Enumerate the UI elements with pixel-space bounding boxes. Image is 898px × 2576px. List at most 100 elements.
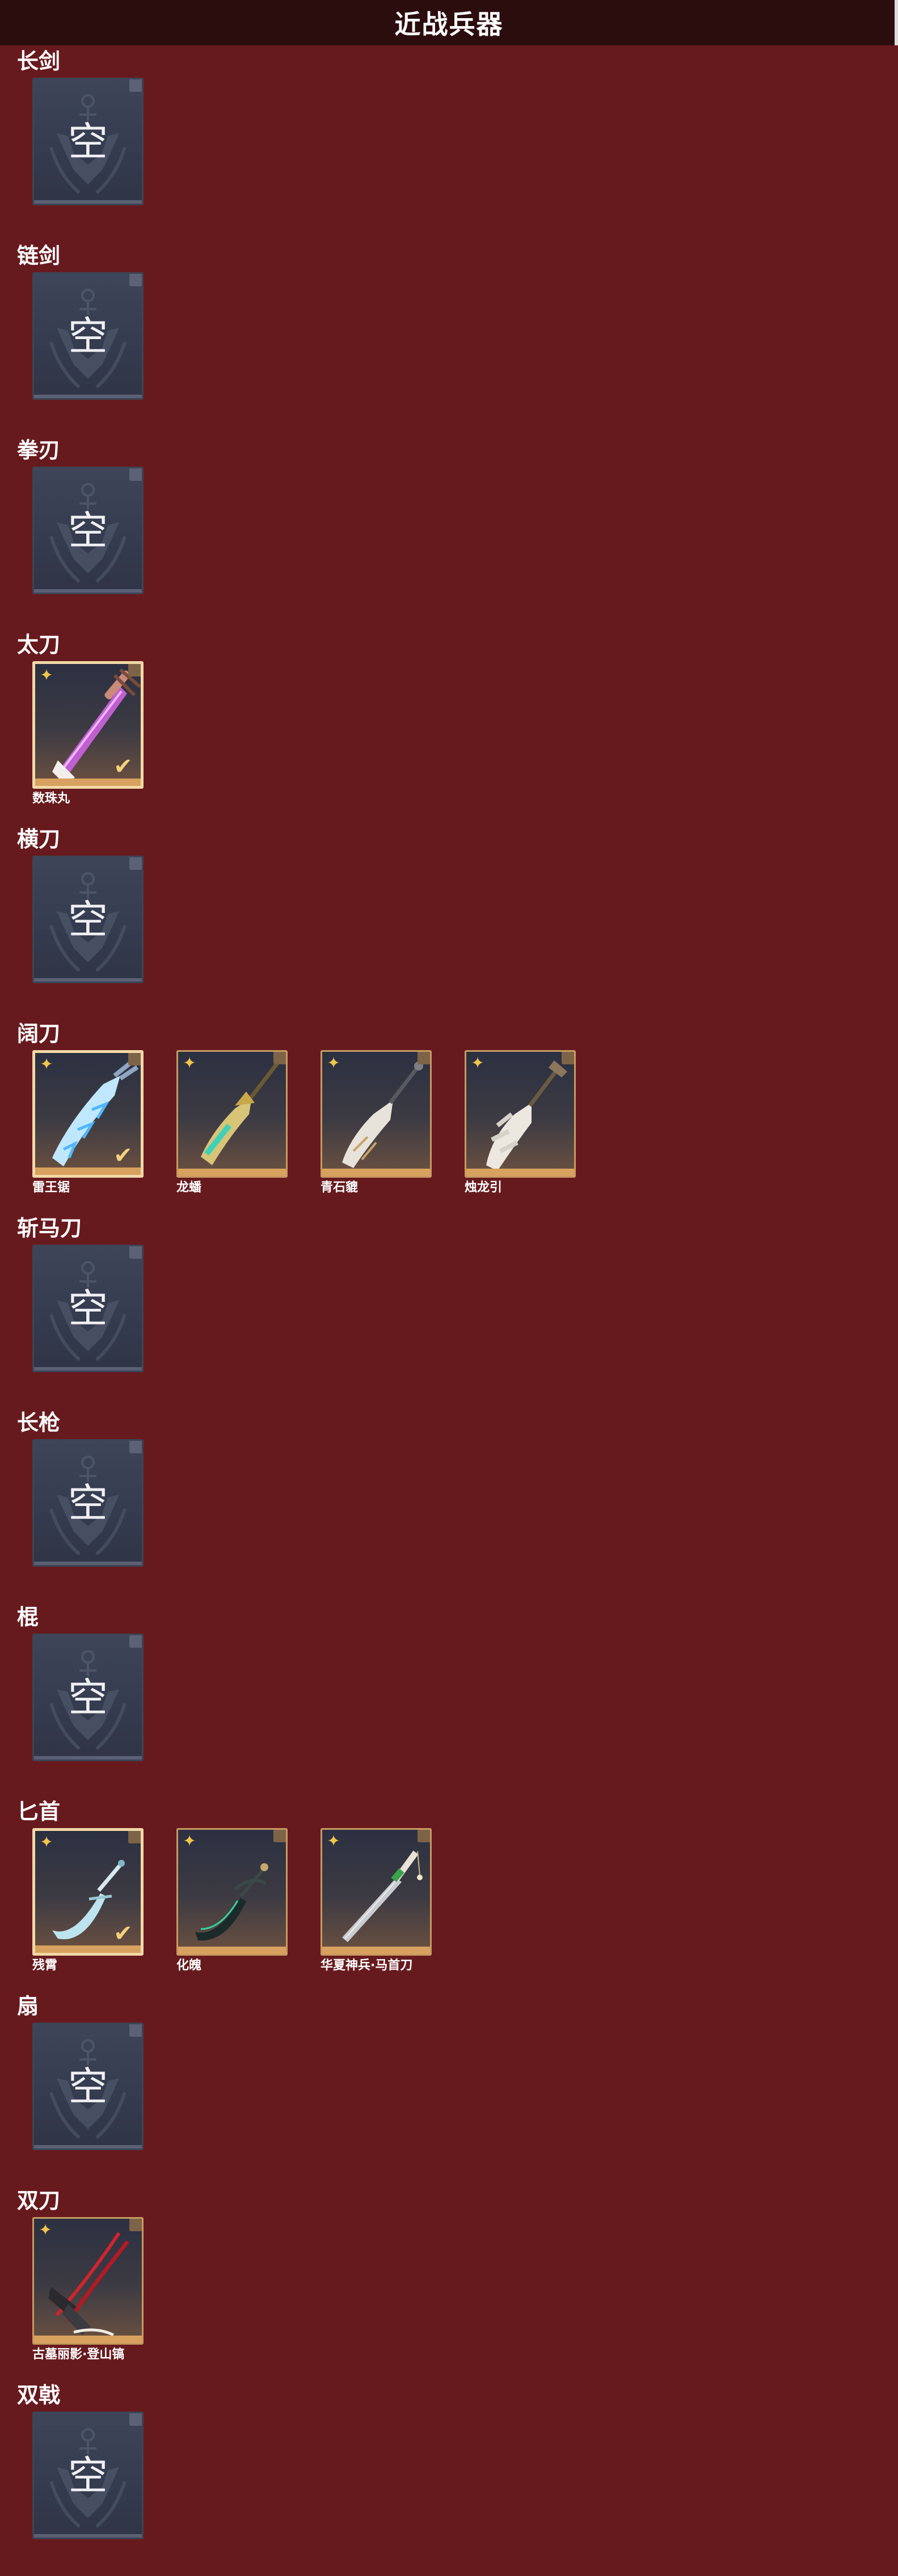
weapon-card[interactable]: ✦ bbox=[32, 2217, 144, 2345]
rarity-star-icon: ✦ bbox=[471, 1054, 484, 1072]
page-title: 近战兵器 bbox=[394, 9, 504, 40]
weapon-card[interactable]: ✦ bbox=[321, 1050, 432, 1178]
weapon-card[interactable]: ✦ ✔ bbox=[32, 1828, 144, 1956]
corner-tab-icon bbox=[273, 1052, 286, 1064]
weapon-slot[interactable]: ✦ ✔ 数珠丸 bbox=[32, 661, 144, 807]
weapon-slot[interactable]: ✦ ✔ 残霄 bbox=[32, 1828, 144, 1974]
corner-tab-icon bbox=[128, 1831, 141, 1843]
rarity-star-icon: ✦ bbox=[183, 1054, 196, 1072]
category-label: 横刀 bbox=[17, 827, 61, 852]
rarity-star-icon: ✦ bbox=[39, 2220, 52, 2239]
weapon-slot[interactable]: ✦ 古墓丽影·登山镐 bbox=[32, 2217, 144, 2363]
category-label: 阔刀 bbox=[17, 1021, 61, 1046]
corner-tab-icon bbox=[129, 2024, 142, 2037]
corner-tab-icon bbox=[129, 2413, 142, 2426]
corner-tab-icon bbox=[129, 1246, 142, 1259]
weapon-slot[interactable]: ✦ 华夏神兵·马首刀 bbox=[321, 1828, 432, 1974]
empty-weapon-slot[interactable]: 空 bbox=[32, 2023, 144, 2150]
category-label: 双刀 bbox=[17, 2188, 61, 2213]
empty-weapon-slot[interactable]: 空 bbox=[32, 1439, 144, 1567]
empty-weapon-slot[interactable]: 空 bbox=[32, 856, 144, 983]
corner-tab-icon bbox=[562, 1052, 574, 1064]
category-label: 链剑 bbox=[17, 243, 61, 268]
equipped-check-icon: ✔ bbox=[113, 754, 133, 780]
corner-tab-icon bbox=[273, 1830, 286, 1842]
slot-card[interactable]: 空 bbox=[32, 1634, 144, 1761]
slot-card[interactable]: 空 bbox=[32, 467, 144, 594]
weapon-category-section: 双刀 ✦ 古墓丽影·登山镐 bbox=[0, 2185, 898, 2379]
weapon-category-section: 扇空 bbox=[0, 1990, 898, 2185]
weapon-card[interactable]: ✦ ✔ bbox=[32, 1050, 144, 1178]
category-label: 太刀 bbox=[17, 632, 61, 657]
corner-tab-icon bbox=[418, 1830, 430, 1842]
equipped-check-icon: ✔ bbox=[113, 1921, 133, 1947]
weapon-category-section: 太刀 ✦ ✔ 数珠丸 bbox=[0, 629, 898, 823]
empty-label: 空 bbox=[68, 2063, 108, 2110]
rarity-star-icon: ✦ bbox=[327, 1054, 340, 1072]
weapon-slot[interactable]: ✦ 烛龙引 bbox=[465, 1050, 576, 1196]
empty-label: 空 bbox=[68, 313, 108, 359]
slot-card[interactable]: 空 bbox=[32, 2412, 144, 2539]
weapon-card[interactable]: ✦ bbox=[176, 1828, 288, 1956]
category-label: 长剑 bbox=[17, 49, 61, 74]
empty-label: 空 bbox=[68, 1480, 108, 1526]
slot-card[interactable]: 空 bbox=[32, 1245, 144, 1372]
weapon-category-section: 斩马刀空 bbox=[0, 1212, 898, 1407]
weapon-category-section: 长枪空 bbox=[0, 1407, 898, 1601]
weapon-category-section: 长剑空 bbox=[0, 45, 898, 240]
weapon-slot[interactable]: ✦ 龙蟠 bbox=[176, 1050, 288, 1196]
weapon-slot[interactable]: ✦ ✔ 雷王锯 bbox=[32, 1050, 144, 1196]
slot-card[interactable]: 空 bbox=[32, 1439, 144, 1567]
slot-card[interactable]: 空 bbox=[32, 272, 144, 400]
category-label: 匕首 bbox=[17, 1799, 61, 1824]
category-label: 扇 bbox=[17, 1994, 39, 2019]
weapon-name: 数珠丸 bbox=[32, 792, 70, 806]
page-header: 近战兵器 bbox=[0, 0, 898, 45]
corner-tab-icon bbox=[128, 664, 141, 676]
weapon-slot[interactable]: ✦ 青石貔 bbox=[321, 1050, 432, 1196]
rarity-star-icon: ✦ bbox=[40, 1055, 53, 1073]
weapon-card[interactable]: ✦ bbox=[465, 1050, 576, 1178]
empty-weapon-slot[interactable]: 空 bbox=[32, 2412, 144, 2539]
slot-card[interactable]: 空 bbox=[32, 2023, 144, 2150]
corner-tab-icon bbox=[129, 2219, 142, 2231]
empty-label: 空 bbox=[68, 119, 108, 165]
weapon-category-section: 棍空 bbox=[0, 1601, 898, 1796]
equipped-check-icon: ✔ bbox=[113, 1143, 133, 1169]
slot-card[interactable]: 空 bbox=[32, 78, 144, 205]
weapon-name: 化魄 bbox=[176, 1959, 202, 1973]
weapon-name: 华夏神兵·马首刀 bbox=[321, 1959, 413, 1973]
empty-weapon-slot[interactable]: 空 bbox=[32, 78, 144, 205]
empty-weapon-slot[interactable]: 空 bbox=[32, 1634, 144, 1761]
empty-weapon-slot[interactable]: 空 bbox=[32, 272, 144, 400]
empty-weapon-slot[interactable]: 空 bbox=[32, 467, 144, 594]
weapon-name: 龙蟠 bbox=[176, 1181, 202, 1195]
rarity-star-icon: ✦ bbox=[183, 1831, 196, 1850]
corner-tab-icon bbox=[129, 857, 142, 870]
category-label: 斩马刀 bbox=[17, 1216, 82, 1241]
rarity-star-icon: ✦ bbox=[40, 1833, 53, 1851]
weapon-category-section: 拳刃空 bbox=[0, 434, 898, 629]
corner-tab-icon bbox=[129, 468, 142, 481]
corner-tab-icon bbox=[129, 1635, 142, 1648]
category-label: 棍 bbox=[17, 1605, 39, 1630]
empty-weapon-slot[interactable]: 空 bbox=[32, 1245, 144, 1372]
rarity-star-icon: ✦ bbox=[327, 1831, 340, 1850]
weapon-category-section: 双戟空 bbox=[0, 2379, 898, 2574]
slot-card[interactable]: 空 bbox=[32, 856, 144, 983]
category-label: 双戟 bbox=[17, 2383, 61, 2408]
category-label: 拳刃 bbox=[17, 438, 61, 463]
weapon-name: 残霄 bbox=[32, 1959, 58, 1973]
weapon-card[interactable]: ✦ bbox=[176, 1050, 288, 1178]
weapon-card[interactable]: ✦ bbox=[321, 1828, 432, 1956]
weapon-card[interactable]: ✦ ✔ bbox=[32, 661, 144, 789]
empty-label: 空 bbox=[68, 1674, 108, 1721]
category-label: 长枪 bbox=[17, 1410, 61, 1435]
weapon-name: 烛龙引 bbox=[465, 1181, 503, 1195]
weapon-category-section: 阔刀 ✦ ✔ 雷王锯 ✦ 龙蟠 ✦ 青石貔 ✦ 烛龙引 bbox=[0, 1018, 898, 1212]
weapon-slot[interactable]: ✦ 化魄 bbox=[176, 1828, 288, 1974]
corner-tab-icon bbox=[129, 1441, 142, 1453]
weapon-name: 青石貔 bbox=[321, 1181, 359, 1195]
empty-label: 空 bbox=[68, 1285, 108, 1332]
scrollbar-edge bbox=[895, 0, 898, 45]
